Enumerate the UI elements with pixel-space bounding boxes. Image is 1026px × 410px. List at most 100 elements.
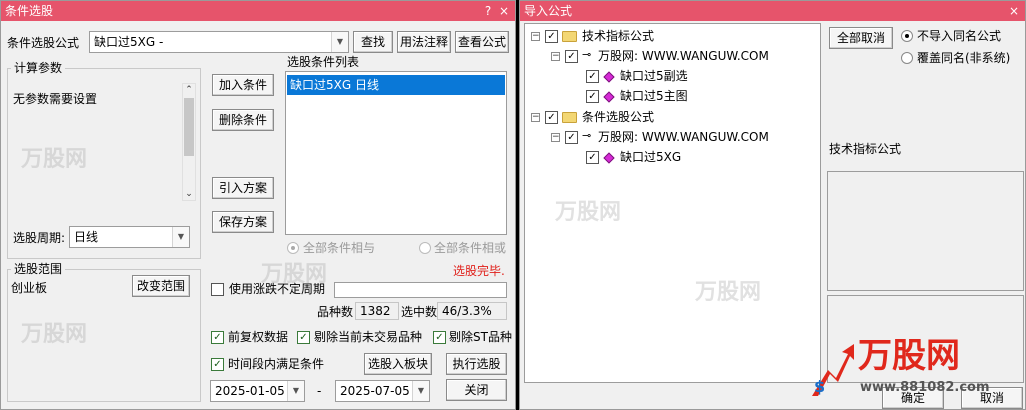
irregular-period-label: 使用涨跌不定周期: [229, 282, 326, 296]
title-bar: 导入公式 ×: [520, 1, 1025, 21]
tree-source-label[interactable]: 万股网: WWW.WANGUW.COM: [598, 47, 769, 65]
period-label: 选股周期:: [13, 231, 66, 245]
overwrite-same-label: 覆盖同名(非系统): [917, 51, 1011, 65]
and-radio[interactable]: [287, 242, 299, 254]
add-condition-button[interactable]: 加入条件: [212, 74, 274, 96]
tree-item-label[interactable]: 缺口过5主图: [620, 87, 688, 105]
collapse-icon[interactable]: −: [531, 113, 540, 122]
collapse-icon[interactable]: −: [551, 52, 560, 61]
formula-preview-panel: [827, 171, 1024, 291]
folder-icon: [562, 31, 577, 42]
logo-url: www.881082.com: [860, 380, 990, 395]
tree-item-label[interactable]: 缺口过5XG: [620, 148, 681, 166]
calendar-dropdown-icon[interactable]: ▼: [412, 381, 429, 401]
calendar-dropdown-icon[interactable]: ▼: [287, 381, 304, 401]
stock-count-field: 1382: [355, 302, 399, 320]
view-formula-button[interactable]: 查看公式: [455, 31, 509, 53]
forward-adjust-checkbox[interactable]: ✓: [211, 331, 224, 344]
change-range-button[interactable]: 改变范围: [132, 275, 190, 297]
tree-folder-label[interactable]: 技术指标公式: [582, 27, 654, 45]
date-to-value: 2025-07-05: [340, 384, 410, 398]
formula-combo[interactable]: 缺口过5XG - ▼: [89, 31, 349, 53]
close-icon[interactable]: ×: [1007, 1, 1021, 21]
tree-checkbox[interactable]: ✓: [586, 70, 599, 83]
tree-checkbox[interactable]: ✓: [565, 131, 578, 144]
collapse-icon[interactable]: −: [531, 32, 540, 41]
stock-count-label: 品种数: [317, 305, 354, 319]
delete-condition-button[interactable]: 删除条件: [212, 109, 274, 131]
condition-list-item[interactable]: 缺口过5XG 日线: [287, 75, 505, 95]
key-icon: ⊸: [582, 129, 592, 142]
scroll-thumb[interactable]: [184, 98, 194, 156]
or-option-label: 全部条件相或: [434, 241, 507, 255]
tree-checkbox[interactable]: ✓: [565, 50, 578, 63]
range-title: 选股范围: [11, 262, 66, 276]
date-to-picker[interactable]: 2025-07-05 ▼: [335, 380, 430, 402]
scroll-down-icon[interactable]: ⌄: [183, 189, 195, 199]
time-range-checkbox[interactable]: ✓: [211, 358, 224, 371]
no-params-text: 无参数需要设置: [13, 92, 98, 106]
params-scrollbar[interactable]: ⌃ ⌄: [182, 83, 196, 201]
import-plan-button[interactable]: 引入方案: [212, 177, 274, 199]
chevron-down-icon[interactable]: ▼: [331, 32, 348, 52]
calc-params-title: 计算参数: [11, 61, 66, 75]
cancel-all-button[interactable]: 全部取消: [829, 27, 893, 49]
select-to-board-button[interactable]: 选股入板块: [364, 353, 432, 375]
exclude-st-label: 剔除ST品种: [449, 330, 512, 344]
status-text: 选股完毕.: [453, 264, 505, 278]
watermark: 万股网: [555, 200, 622, 225]
forward-adjust-label: 前复权数据: [228, 330, 289, 344]
stock-count-value: 1382: [360, 304, 391, 318]
tree-checkbox[interactable]: ✓: [545, 111, 558, 124]
chevron-down-icon[interactable]: ▼: [172, 227, 189, 247]
title-bar: 条件选股 ? ×: [1, 1, 515, 21]
scroll-up-icon[interactable]: ⌃: [183, 85, 195, 95]
date-from-value: 2025-01-05: [215, 384, 285, 398]
formula-tree[interactable]: − ✓ 技术指标公式 − ✓ ⊸ 万股网: WWW.WANGUW.COM ✓ 缺…: [524, 23, 821, 383]
window-title: 导入公式: [524, 4, 573, 18]
formula-icon: [603, 91, 615, 103]
tree-source-label[interactable]: 万股网: WWW.WANGUW.COM: [598, 128, 769, 146]
formula-type-label: 技术指标公式: [829, 142, 902, 156]
exclude-st-checkbox[interactable]: ✓: [433, 331, 446, 344]
tree-checkbox[interactable]: ✓: [545, 30, 558, 43]
range-value: 创业板: [11, 281, 48, 295]
irregular-period-input[interactable]: [334, 282, 507, 298]
condition-item-text: 缺口过5XG 日线: [290, 78, 379, 92]
brand-logo: $ 万股网 www.881082.com: [808, 336, 1018, 408]
exclude-untraded-checkbox[interactable]: ✓: [297, 331, 310, 344]
tree-checkbox[interactable]: ✓: [586, 151, 599, 164]
watermark: 万股网: [695, 280, 762, 305]
close-button[interactable]: 关闭: [446, 379, 507, 401]
formula-value: 缺口过5XG -: [94, 35, 164, 49]
execute-screening-button[interactable]: 执行选股: [446, 353, 507, 375]
formula-icon: [603, 152, 615, 164]
usage-notes-button[interactable]: 用法注释: [397, 31, 451, 53]
tree-checkbox[interactable]: ✓: [586, 90, 599, 103]
formula-icon: [603, 71, 615, 83]
save-plan-button[interactable]: 保存方案: [212, 211, 274, 233]
no-import-same-label: 不导入同名公式: [917, 29, 1002, 43]
collapse-icon[interactable]: −: [551, 133, 560, 142]
date-from-picker[interactable]: 2025-01-05 ▼: [210, 380, 305, 402]
tree-item-label[interactable]: 缺口过5副选: [620, 67, 688, 85]
date-separator: -: [317, 384, 322, 398]
selected-label: 选中数: [401, 305, 438, 319]
selected-value: 46/3.3%: [442, 304, 492, 318]
irregular-period-checkbox[interactable]: [211, 283, 224, 296]
condition-list[interactable]: 缺口过5XG 日线: [285, 71, 507, 235]
tree-folder-label[interactable]: 条件选股公式: [582, 108, 654, 126]
close-icon[interactable]: ×: [497, 1, 511, 21]
condition-list-title: 选股条件列表: [287, 55, 360, 69]
logo-arrow-icon: $: [812, 344, 854, 396]
no-import-same-radio[interactable]: [901, 30, 913, 42]
period-combo[interactable]: 日线 ▼: [69, 226, 190, 248]
window-title: 条件选股: [5, 4, 54, 18]
search-button[interactable]: 查找: [353, 31, 393, 53]
or-radio[interactable]: [419, 242, 431, 254]
key-icon: ⊸: [582, 48, 592, 61]
folder-icon: [562, 112, 577, 123]
period-value: 日线: [74, 230, 99, 244]
overwrite-same-radio[interactable]: [901, 52, 913, 64]
help-icon[interactable]: ?: [481, 1, 495, 21]
